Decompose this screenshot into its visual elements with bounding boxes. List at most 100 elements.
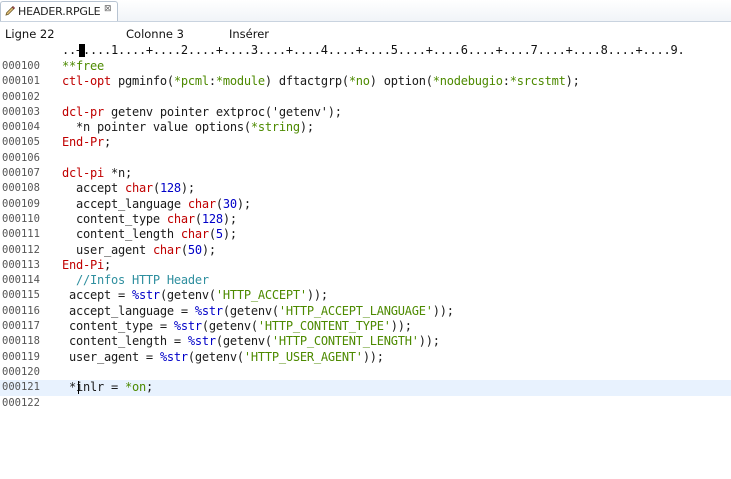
source-line[interactable]: 000103 dcl-pr getenv pointer extproc('get… xyxy=(0,105,731,120)
sequence-number: 000107 xyxy=(2,167,40,180)
code-token: ; xyxy=(103,257,111,272)
code-token: 5 xyxy=(215,227,223,242)
code-text: user_agent char(50); xyxy=(62,243,216,258)
source-line[interactable]: 000104 *n pointer value options(*string)… xyxy=(0,120,731,135)
code-text: **free xyxy=(62,59,104,74)
code-token: accept_language = xyxy=(62,303,195,318)
sequence-number: 000113 xyxy=(2,258,40,271)
code-token: *nodebugio xyxy=(432,74,503,89)
code-token: //Infos HTTP Header xyxy=(62,273,209,288)
sequence-number: 000108 xyxy=(2,182,40,195)
code-text: content_length char(5); xyxy=(62,227,237,242)
editor-status-line: Ligne 22 Colonne 3 Insérer xyxy=(0,27,731,43)
source-line[interactable]: 000101 ctl-opt pgminfo(*pcml:*module) dft… xyxy=(0,74,731,89)
code-text: End-Pr; xyxy=(62,135,111,150)
code-token: (getenv( xyxy=(215,334,272,349)
source-line[interactable]: 000114 //Infos HTTP Header xyxy=(0,273,731,288)
sequence-number: 000109 xyxy=(2,197,40,210)
sequence-number: 000111 xyxy=(2,228,40,241)
source-line[interactable]: 000100 **free xyxy=(0,59,731,74)
sequence-number: 000110 xyxy=(2,212,40,225)
code-text: content_type = %str(getenv('HTTP_CONTENT… xyxy=(62,319,412,334)
code-token: ) option( xyxy=(369,74,433,89)
sequence-number: 000101 xyxy=(2,75,40,88)
code-token: %str xyxy=(173,319,202,334)
source-line[interactable]: 000120 xyxy=(0,365,731,380)
code-token: content_type xyxy=(62,211,167,226)
code-token: 'HTTP_CONTENT_LENGTH' xyxy=(271,334,419,349)
code-text: //Infos HTTP Header xyxy=(62,273,209,288)
code-token: 30 xyxy=(222,196,237,211)
code-token: 'HTTP_CONTENT_TYPE' xyxy=(257,319,391,334)
code-token: dcl-pi xyxy=(62,166,104,181)
source-line-current[interactable]: 000121 *inlr = *on; xyxy=(0,380,731,396)
source-line[interactable]: 000115 accept = %str(getenv('HTTP_ACCEPT… xyxy=(0,288,731,303)
code-token: char xyxy=(166,211,195,226)
code-token: content_length xyxy=(62,227,181,242)
code-token: char xyxy=(180,227,209,242)
code-text: End-Pi; xyxy=(62,258,111,273)
source-line[interactable]: 000119 user_agent = %str(getenv('HTTP_US… xyxy=(0,350,731,365)
code-token: content_length = xyxy=(62,334,188,349)
code-token: 128 xyxy=(201,211,223,226)
source-line[interactable]: 000111 content_length char(5); xyxy=(0,227,731,242)
code-token: %str xyxy=(131,288,160,303)
code-token: ) dftactgrp( xyxy=(264,74,349,89)
source-line[interactable]: 000112 user_agent char(50); xyxy=(0,243,731,258)
sequence-number: 000100 xyxy=(2,60,40,72)
code-token: char xyxy=(124,181,153,196)
sequence-number: 000115 xyxy=(2,289,40,302)
code-token: ( xyxy=(152,181,160,196)
code-text: *n pointer value options(*string); xyxy=(62,120,314,135)
code-token: ( xyxy=(180,242,188,257)
source-line[interactable]: 000108 accept char(128); xyxy=(0,181,731,196)
source-line[interactable]: 000113 End-Pi; xyxy=(0,258,731,273)
tab-header-rpgle[interactable]: HEADER.RPGLE ⊠ xyxy=(0,1,118,21)
code-token: 128 xyxy=(159,181,181,196)
status-line-number: Ligne 22 xyxy=(5,27,55,41)
source-line[interactable]: 000116 accept_language = %str(getenv('HT… xyxy=(0,304,731,319)
code-token: *on xyxy=(124,380,146,395)
source-line[interactable]: 000117 content_type = %str(getenv('HTTP_… xyxy=(0,319,731,334)
sequence-number: 000117 xyxy=(2,320,40,333)
source-editor[interactable]: 000100 **free 000101 ctl-opt pgminfo(*pcml:… xyxy=(0,59,731,411)
code-text: content_type char(128); xyxy=(62,212,237,227)
tab-close-icon[interactable]: ⊠ xyxy=(104,4,112,14)
code-token: (getenv( xyxy=(222,303,279,318)
sequence-number: 000121 xyxy=(2,381,40,394)
code-token: ); xyxy=(236,196,251,211)
code-token: ); xyxy=(222,227,237,242)
code-token: %str xyxy=(187,334,216,349)
code-token: **free xyxy=(62,59,104,73)
code-text: accept = %str(getenv('HTTP_ACCEPT')); xyxy=(62,288,328,303)
code-token: ( xyxy=(208,227,216,242)
status-insert-mode: Insérer xyxy=(229,27,270,41)
sequence-number: 000120 xyxy=(2,365,40,378)
code-token: ); xyxy=(565,74,580,89)
code-token: 'HTTP_ACCEPT' xyxy=(215,288,307,303)
code-token: (getenv( xyxy=(201,319,258,334)
source-line[interactable]: 000106 xyxy=(0,151,731,166)
code-token: 'HTTP_ACCEPT_LANGUAGE' xyxy=(278,303,433,318)
code-token: accept = xyxy=(62,288,132,303)
source-line[interactable]: 000107 dcl-pi *n; xyxy=(0,166,731,181)
source-line[interactable]: 000110 content_type char(128); xyxy=(0,212,731,227)
sequence-number: 000122 xyxy=(2,396,40,409)
source-line[interactable]: 000118 content_length = %str(getenv('HTT… xyxy=(0,334,731,349)
code-token: %str xyxy=(194,303,223,318)
code-token: End-Pi xyxy=(62,257,104,272)
code-token: : xyxy=(208,74,216,89)
code-token: %str xyxy=(159,349,188,364)
code-token: accept_language xyxy=(62,196,188,211)
code-token: )); xyxy=(418,334,440,349)
source-line[interactable]: 000102 xyxy=(0,90,731,105)
code-token: ); xyxy=(222,211,237,226)
text-caret xyxy=(78,381,79,395)
source-line[interactable]: 000105 End-Pr; xyxy=(0,135,731,150)
code-token: *srcstmt xyxy=(509,74,566,89)
source-line[interactable]: 000122 xyxy=(0,396,731,411)
source-line[interactable]: 000109 accept_language char(30); xyxy=(0,197,731,212)
sequence-number: 000118 xyxy=(2,335,40,348)
code-text: accept_language = %str(getenv('HTTP_ACCE… xyxy=(62,304,454,319)
code-token: *module xyxy=(215,74,265,89)
